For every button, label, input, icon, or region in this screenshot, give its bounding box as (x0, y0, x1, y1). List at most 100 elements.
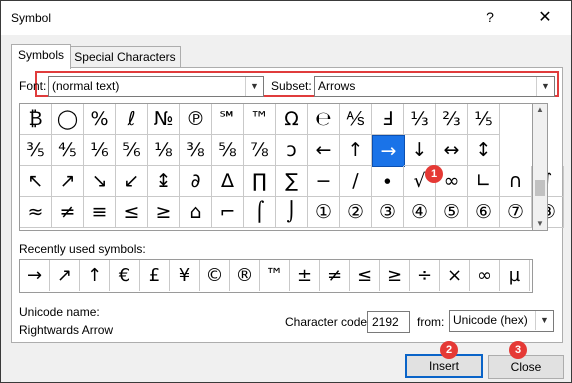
symbol-cell[interactable]: ① (308, 197, 340, 228)
symbol-grid: ₿ ◯% ℓ № ℗ ℠ ™ Ω ℮ ⅍ Ⅎ ⅓ ⅔ ⅕ ⅗ ⅘ ⅙ ⅚ ⅛ ⅜ ⅝ ⅞ ↄ ← ↑ → ↓ ↔ ↕ ↖ ↗ ↘ ↙ ↨ ∂ ∆ ∏ ∑ −… (19, 103, 564, 231)
symbol-cell[interactable]: ↓ (404, 135, 436, 166)
recent-symbol-cell[interactable]: © (200, 260, 230, 291)
symbol-cell[interactable]: ⅍ (340, 104, 372, 135)
symbol-cell[interactable]: ↗ (52, 166, 84, 197)
chevron-down-icon[interactable]: ▼ (245, 77, 263, 96)
scroll-up-icon[interactable]: ▲ (533, 104, 547, 116)
scroll-down-icon[interactable]: ▼ (533, 218, 547, 230)
character-code-input[interactable]: 2192 (367, 311, 410, 333)
recent-symbol-cell[interactable]: ÷ (410, 260, 440, 291)
symbol-cell[interactable]: ③ (372, 197, 404, 228)
symbol-cell[interactable]: ₿ (20, 104, 52, 135)
recent-symbol-cell[interactable]: ≥ (380, 260, 410, 291)
symbol-cell[interactable]: ∙ (372, 166, 404, 197)
symbol-cell[interactable]: ∏ (244, 166, 276, 197)
scrollbar-thumb[interactable] (535, 180, 545, 196)
tab-special-characters[interactable]: Special Characters (69, 46, 181, 68)
recent-symbol-cell[interactable]: ≤ (350, 260, 380, 291)
symbol-cell[interactable]: ™ (244, 104, 276, 135)
symbol-cell[interactable]: № (148, 104, 180, 135)
symbol-cell[interactable]: ≠ (52, 197, 84, 228)
recent-symbol-cell[interactable]: ∞ (470, 260, 500, 291)
symbol-cell[interactable]: ℮ (308, 104, 340, 135)
symbol-cell[interactable]: ↔ (436, 135, 468, 166)
subset-dropdown[interactable]: Arrows ▼ (314, 76, 555, 97)
recent-symbol-cell[interactable]: ® (230, 260, 260, 291)
symbol-cell[interactable]: % (84, 104, 116, 135)
symbol-cell[interactable]: ⅘ (52, 135, 84, 166)
symbol-cell[interactable]: ⅜ (180, 135, 212, 166)
font-dropdown[interactable]: (normal text) ▼ (48, 76, 264, 97)
symbol-cell[interactable]: ⅛ (148, 135, 180, 166)
symbol-cell[interactable]: ◯ (52, 104, 84, 135)
recent-symbol-cell[interactable]: ™ (260, 260, 290, 291)
symbol-cell[interactable]: ℠ (212, 104, 244, 135)
symbol-cell[interactable]: ∟ (468, 166, 500, 197)
symbol-cell[interactable]: → (372, 135, 405, 167)
close-icon[interactable]: ✕ (533, 7, 557, 27)
from-dropdown[interactable]: Unicode (hex) ▼ (449, 310, 554, 332)
recent-symbol-cell[interactable]: £ (140, 260, 170, 291)
symbol-cell[interactable]: ⌂ (180, 197, 212, 228)
chevron-down-icon[interactable]: ▼ (536, 77, 554, 96)
recent-symbol-cell[interactable]: ↑ (80, 260, 110, 291)
close-button[interactable]: Close (488, 355, 564, 379)
symbol-cell[interactable]: ⅓ (404, 104, 436, 135)
symbol-cell[interactable]: ↨ (148, 166, 180, 197)
help-button[interactable]: ? (479, 9, 501, 25)
symbol-cell[interactable]: ↄ (276, 135, 308, 166)
symbol-cell[interactable]: ↑ (340, 135, 372, 166)
symbol-cell[interactable]: ⅚ (116, 135, 148, 166)
symbol-cell[interactable]: ∩ (500, 166, 532, 197)
tab-symbols[interactable]: Symbols (11, 44, 71, 69)
unicode-name-label: Unicode name: (19, 305, 100, 319)
tab-label: Symbols (17, 48, 64, 62)
symbol-cell[interactable]: ⅗ (20, 135, 52, 166)
symbol-cell[interactable]: ⅝ (212, 135, 244, 166)
recent-symbol-cell[interactable]: ↗ (50, 260, 80, 291)
symbol-cell[interactable]: ⑦ (500, 197, 532, 228)
symbol-cell[interactable]: ∆ (212, 166, 244, 197)
step-badge-2: 2 (440, 341, 458, 359)
recent-symbol-cell[interactable]: ± (290, 260, 320, 291)
symbol-cell[interactable]: ≡ (84, 197, 116, 228)
recent-symbol-cell[interactable]: → (20, 260, 50, 291)
symbol-cell[interactable]: ↕ (468, 135, 500, 166)
symbol-cell[interactable]: ⑤ (436, 197, 468, 228)
recent-symbol-cell[interactable]: € (110, 260, 140, 291)
symbol-cell[interactable]: ⅕ (468, 104, 500, 135)
recent-symbol-cell[interactable]: µ (500, 260, 530, 291)
chevron-down-icon[interactable]: ▼ (535, 311, 553, 330)
symbol-cell[interactable]: ↖ (20, 166, 52, 197)
recent-symbol-cell[interactable]: × (440, 260, 470, 291)
symbol-cell[interactable]: Ω (276, 104, 308, 135)
insert-label: Insert (428, 359, 459, 373)
symbol-cell[interactable]: − (308, 166, 340, 197)
symbol-cell[interactable]: ↘ (84, 166, 116, 197)
symbol-cell[interactable]: ↙ (116, 166, 148, 197)
symbol-cell[interactable]: ⅞ (244, 135, 276, 166)
symbol-cell[interactable]: ∂ (180, 166, 212, 197)
symbol-cell[interactable]: ℓ (116, 104, 148, 135)
symbol-cell[interactable]: ∕ (340, 166, 372, 197)
symbol-grid-scrollbar[interactable]: ▲ ▼ (532, 103, 548, 231)
character-code-value: 2192 (372, 315, 399, 329)
symbol-cell[interactable]: ← (308, 135, 340, 166)
symbol-cell[interactable]: ⌠ (244, 197, 276, 228)
symbol-cell[interactable]: ⑥ (468, 197, 500, 228)
symbol-cell[interactable]: ⅔ (436, 104, 468, 135)
symbol-cell[interactable]: ⅙ (84, 135, 116, 166)
symbol-cell[interactable]: ∑ (276, 166, 308, 197)
subset-value: Arrows (318, 79, 356, 93)
symbol-cell[interactable]: ≤ (116, 197, 148, 228)
recent-symbol-cell[interactable]: ≠ (320, 260, 350, 291)
symbol-cell[interactable]: Ⅎ (372, 104, 404, 135)
symbol-cell[interactable]: ℗ (180, 104, 212, 135)
symbol-cell[interactable]: ④ (404, 197, 436, 228)
symbol-cell[interactable]: ≥ (148, 197, 180, 228)
symbol-cell[interactable]: ⌐ (212, 197, 244, 228)
recent-symbol-cell[interactable]: ¥ (170, 260, 200, 291)
symbol-cell[interactable]: ≈ (20, 197, 52, 228)
symbol-cell[interactable]: ⌡ (276, 197, 308, 228)
symbol-cell[interactable]: ② (340, 197, 372, 228)
